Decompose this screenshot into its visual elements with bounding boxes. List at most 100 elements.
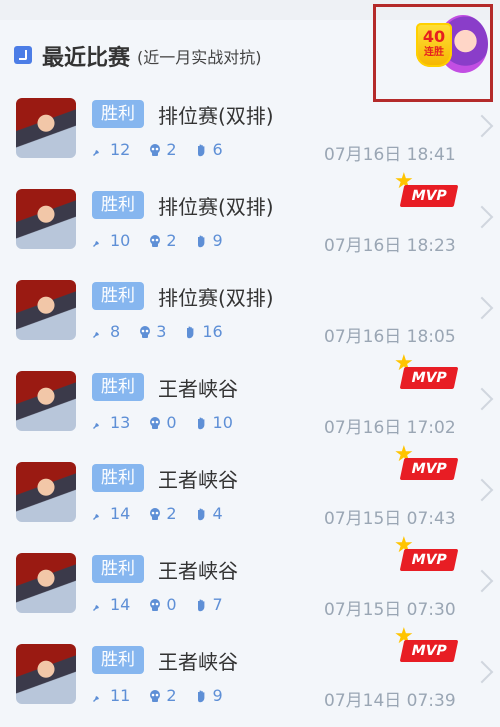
deaths-stat: 2 — [148, 231, 177, 250]
win-streak-badge-area[interactable]: 40 连胜 — [373, 4, 493, 102]
game-mode: 排位赛(双排) — [158, 286, 274, 310]
mvp-badge: ★ MVP — [394, 171, 462, 213]
win-streak-label: 连胜 — [424, 47, 444, 58]
match-row[interactable]: 胜利 排位赛(双排) 8 3 16 07月16日 18:05 — [0, 272, 500, 363]
assists-value: 6 — [212, 140, 223, 159]
assists-stat: 6 — [195, 140, 223, 159]
chevron-right-icon[interactable] — [470, 569, 494, 593]
skull-icon — [150, 507, 161, 520]
kills-stat: 14 — [92, 504, 130, 523]
kills-stat: 8 — [92, 322, 120, 341]
mvp-label: MVP — [399, 640, 459, 662]
hand-icon — [197, 417, 204, 429]
deaths-value: 0 — [166, 595, 177, 614]
hero-avatar — [16, 98, 76, 158]
chevron-right-icon[interactable] — [470, 660, 494, 684]
assists-value: 9 — [212, 686, 223, 705]
assists-value: 7 — [212, 595, 223, 614]
kda-stats: 11 2 9 — [92, 686, 241, 705]
hand-icon — [197, 599, 204, 611]
assists-stat: 4 — [195, 504, 223, 523]
kills-value: 13 — [110, 413, 131, 432]
hand-icon — [197, 235, 204, 247]
hand-icon — [187, 326, 194, 338]
kills-value: 14 — [110, 504, 131, 523]
deaths-value: 3 — [156, 322, 167, 341]
match-list-icon — [14, 46, 32, 64]
deaths-stat: 2 — [148, 686, 177, 705]
assists-value: 16 — [202, 322, 223, 341]
skull-icon — [150, 598, 161, 611]
game-mode: 王者峡谷 — [158, 559, 238, 583]
kda-stats: 14 0 7 — [92, 595, 241, 614]
deaths-value: 2 — [166, 140, 177, 159]
kills-value: 10 — [110, 231, 131, 250]
match-row[interactable]: 胜利 王者峡谷 13 0 10 07月16日 17:02 ★ MVP — [0, 353, 500, 454]
assists-value: 9 — [212, 231, 223, 250]
skull-icon — [140, 325, 151, 338]
game-mode: 王者峡谷 — [158, 650, 238, 674]
hero-avatar — [16, 644, 76, 704]
match-row[interactable]: 胜利 排位赛(双排) 10 2 9 07月16日 18:23 ★ MVP — [0, 171, 500, 272]
chevron-right-icon[interactable] — [470, 296, 494, 320]
chevron-right-icon[interactable] — [470, 387, 494, 411]
assists-stat: 9 — [195, 686, 223, 705]
chevron-right-icon[interactable] — [470, 478, 494, 502]
match-row[interactable]: 胜利 排位赛(双排) 12 2 6 07月16日 18:41 — [0, 90, 500, 181]
kda-stats: 8 3 16 — [92, 322, 241, 341]
match-time: 07月14日 07:39 — [324, 691, 456, 711]
match-row[interactable]: 胜利 王者峡谷 11 2 9 07月14日 07:39 ★ MVP — [0, 626, 500, 727]
deaths-value: 2 — [166, 231, 177, 250]
kills-stat: 10 — [92, 231, 130, 250]
hero-avatar — [16, 553, 76, 613]
match-time: 07月15日 07:30 — [324, 600, 456, 620]
assists-stat: 7 — [195, 595, 223, 614]
sword-icon — [93, 599, 104, 611]
mvp-label: MVP — [399, 367, 459, 389]
skull-icon — [150, 234, 161, 247]
sword-icon — [93, 508, 104, 520]
chevron-right-icon[interactable] — [470, 205, 494, 229]
kills-stat: 13 — [92, 413, 130, 432]
mvp-label: MVP — [399, 185, 459, 207]
kda-stats: 13 0 10 — [92, 413, 251, 432]
mvp-label: MVP — [399, 549, 459, 571]
match-time: 07月15日 07:43 — [324, 509, 456, 529]
deaths-value: 2 — [166, 686, 177, 705]
game-mode: 排位赛(双排) — [158, 195, 274, 219]
result-tag: 胜利 — [92, 646, 144, 674]
hero-avatar — [16, 280, 76, 340]
kills-value: 14 — [110, 595, 131, 614]
result-tag: 胜利 — [92, 555, 144, 583]
assists-value: 10 — [212, 413, 233, 432]
skull-icon — [150, 689, 161, 702]
mvp-badge: ★ MVP — [394, 353, 462, 395]
deaths-value: 0 — [166, 413, 177, 432]
kills-stat: 14 — [92, 595, 130, 614]
hero-avatar — [16, 371, 76, 431]
result-tag: 胜利 — [92, 282, 144, 310]
hand-icon — [197, 508, 204, 520]
game-mode: 排位赛(双排) — [158, 104, 274, 128]
assists-stat: 16 — [184, 322, 223, 341]
section-subtitle: (近一月实战对抗) — [137, 48, 262, 67]
match-row[interactable]: 胜利 王者峡谷 14 2 4 07月15日 07:43 ★ MVP — [0, 444, 500, 545]
deaths-value: 2 — [166, 504, 177, 523]
match-time: 07月16日 17:02 — [324, 418, 456, 438]
chevron-right-icon[interactable] — [470, 114, 494, 138]
kills-stat: 11 — [92, 686, 130, 705]
game-mode: 王者峡谷 — [158, 377, 238, 401]
sword-icon — [93, 144, 104, 156]
sword-icon — [93, 235, 104, 247]
hand-icon — [197, 144, 204, 156]
match-row[interactable]: 胜利 王者峡谷 14 0 7 07月15日 07:30 ★ MVP — [0, 535, 500, 636]
kda-stats: 10 2 9 — [92, 231, 241, 250]
deaths-stat: 0 — [148, 595, 177, 614]
deaths-stat: 3 — [138, 322, 166, 341]
mvp-badge: ★ MVP — [394, 444, 462, 486]
kda-stats: 12 2 6 — [92, 140, 241, 159]
deaths-stat: 0 — [148, 413, 177, 432]
sword-icon — [93, 326, 104, 338]
sword-icon — [93, 690, 104, 702]
skull-icon — [150, 416, 161, 429]
